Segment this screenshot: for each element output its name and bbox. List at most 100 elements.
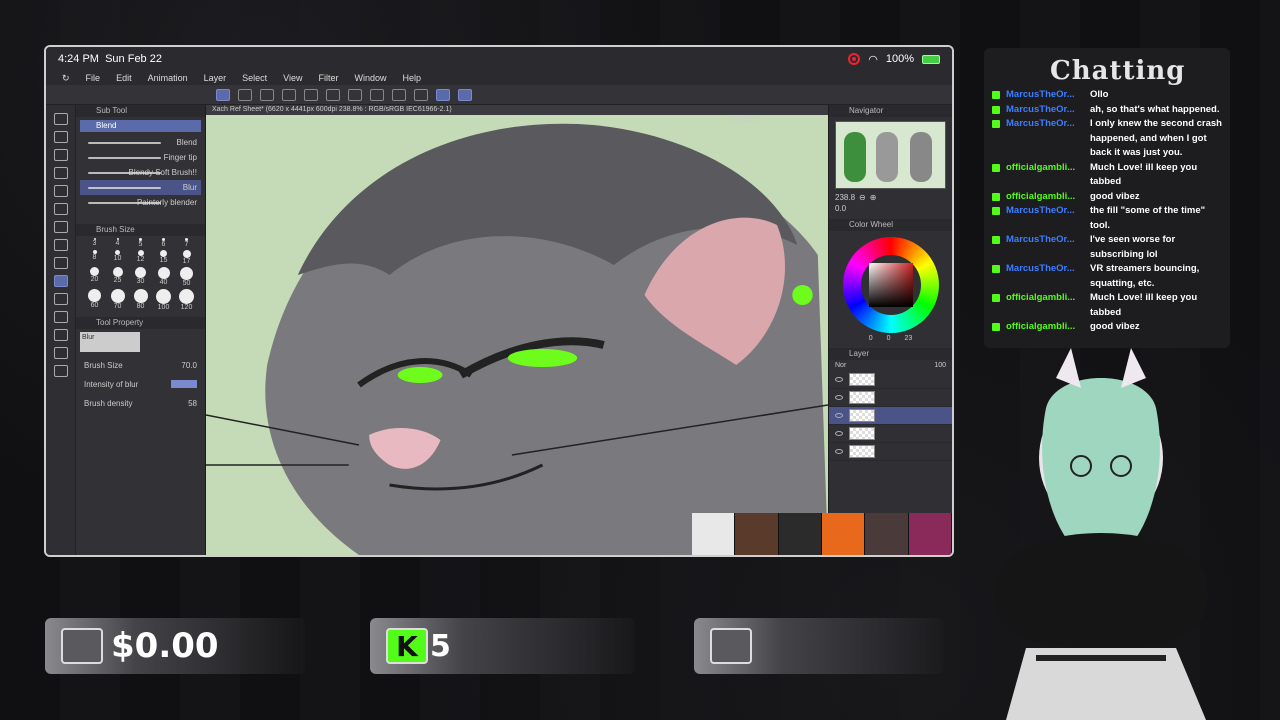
- layer-row[interactable]: [829, 389, 952, 407]
- chat-username[interactable]: MarcusTheOr...: [1006, 88, 1090, 103]
- layer-row[interactable]: [829, 425, 952, 443]
- chat-username[interactable]: MarcusTheOr...: [1006, 204, 1090, 233]
- brush-painterly-blender[interactable]: Painterly blender: [80, 195, 201, 210]
- edit-mode-icon[interactable]: [216, 88, 230, 101]
- menu-window[interactable]: Window: [349, 73, 393, 83]
- kick-badge-icon: [992, 294, 1000, 302]
- brush-blendy-soft[interactable]: Blendy Soft Brush!!: [80, 165, 201, 180]
- color-square[interactable]: [868, 263, 913, 307]
- layer-row[interactable]: [829, 443, 952, 461]
- zoom-row[interactable]: 238.8 ⊖ ⊕: [829, 193, 952, 202]
- pencil-tool-icon[interactable]: [53, 221, 68, 233]
- size-6[interactable]: 6: [153, 238, 174, 248]
- menu-animation[interactable]: Animation: [142, 73, 194, 83]
- size-50[interactable]: 50: [176, 267, 197, 287]
- open-icon[interactable]: [260, 88, 274, 101]
- zoom-in-icon[interactable]: ⊕: [870, 193, 877, 202]
- chat-username[interactable]: MarcusTheOr...: [1006, 117, 1090, 161]
- balloon-tool-icon[interactable]: [53, 347, 68, 359]
- size-30[interactable]: 30: [130, 267, 151, 287]
- chat-username[interactable]: officialgambli...: [1006, 320, 1090, 335]
- transform-icon[interactable]: [392, 88, 406, 101]
- size-120[interactable]: 120: [176, 289, 197, 311]
- size-17[interactable]: 17: [176, 250, 197, 265]
- color-swatch-icon[interactable]: [53, 365, 68, 377]
- redo-icon[interactable]: [326, 88, 340, 101]
- text-tool-icon[interactable]: [53, 311, 68, 323]
- fill-tool-icon[interactable]: [53, 293, 68, 305]
- menu-help[interactable]: Help: [397, 73, 428, 83]
- chat-username[interactable]: MarcusTheOr...: [1006, 103, 1090, 118]
- undo-icon[interactable]: [304, 88, 318, 101]
- size-5[interactable]: 5: [130, 238, 151, 248]
- pen-tool-icon[interactable]: [53, 203, 68, 215]
- ruler-icon[interactable]: [458, 88, 472, 101]
- size-7[interactable]: 7: [176, 238, 197, 248]
- pen-icon[interactable]: [436, 88, 450, 101]
- layer-opacity[interactable]: 100: [934, 362, 946, 369]
- layer-row[interactable]: [829, 407, 952, 425]
- file-tab[interactable]: Xach Ref Sheet* (6620 x 4441px 600dpi 23…: [206, 105, 828, 115]
- fill-icon[interactable]: [370, 88, 384, 101]
- menu-layer[interactable]: Layer: [198, 73, 233, 83]
- menu-view[interactable]: View: [277, 73, 308, 83]
- zoom-tool-icon[interactable]: [53, 113, 68, 125]
- intensity-row[interactable]: Intensity of blur: [76, 374, 205, 393]
- brush-size-row[interactable]: Brush Size 70.0: [76, 355, 205, 374]
- eraser-tool-icon[interactable]: [53, 257, 68, 269]
- hand-tool-icon[interactable]: [53, 131, 68, 143]
- navigator-thumbnail[interactable]: [835, 121, 946, 189]
- move-tool-icon[interactable]: [53, 149, 68, 161]
- status-date: Sun Feb 22: [105, 53, 162, 65]
- settings-icon[interactable]: [348, 88, 362, 101]
- eyedropper-tool-icon[interactable]: [53, 185, 68, 197]
- brush-blur[interactable]: Blur: [80, 180, 201, 195]
- chat-text: good vibez: [1090, 190, 1140, 202]
- brush-finger-tip[interactable]: Finger tip: [80, 150, 201, 165]
- select-tool-icon[interactable]: [53, 167, 68, 179]
- size-100[interactable]: 100: [153, 289, 174, 311]
- size-12[interactable]: 12: [130, 250, 151, 265]
- size-3[interactable]: 3: [84, 238, 105, 248]
- menu-select[interactable]: Select: [236, 73, 273, 83]
- donation-icon: [61, 628, 103, 664]
- size-10[interactable]: 10: [107, 250, 128, 265]
- size-60[interactable]: 60: [84, 289, 105, 311]
- brush-tool-icon[interactable]: [53, 239, 68, 251]
- chat-messages: MarcusTheOr... Ollo MarcusTheOr... ah, so t…: [990, 88, 1224, 335]
- zoom-value: 238.8: [835, 193, 856, 202]
- zoom-out-icon[interactable]: ⊖: [859, 193, 866, 202]
- size-20[interactable]: 20: [84, 267, 105, 287]
- size-25[interactable]: 25: [107, 267, 128, 287]
- density-row[interactable]: Brush density 58: [76, 393, 205, 412]
- ruler-tool-icon[interactable]: [53, 329, 68, 341]
- eye-icon: [835, 431, 843, 436]
- size-40[interactable]: 40: [153, 267, 174, 287]
- new-icon[interactable]: [238, 88, 252, 101]
- menu-edit[interactable]: Edit: [110, 73, 138, 83]
- drawing-canvas[interactable]: Xach Ref Sheet* (6620 x 4441px 600dpi 23…: [206, 105, 828, 555]
- size-80[interactable]: 80: [130, 289, 151, 311]
- brush-blend[interactable]: Blend: [80, 135, 201, 150]
- chat-username[interactable]: officialgambli...: [1006, 190, 1090, 205]
- blend-tool-icon[interactable]: [53, 275, 68, 287]
- chat-username[interactable]: officialgambli...: [1006, 161, 1090, 190]
- menu-filter[interactable]: Filter: [313, 73, 345, 83]
- save-icon[interactable]: [282, 88, 296, 101]
- layer-row[interactable]: [829, 371, 952, 389]
- color-wheel[interactable]: [842, 237, 939, 333]
- layer-props: Nor 100: [829, 360, 952, 371]
- size-4[interactable]: 4: [107, 238, 128, 248]
- app-logo-icon[interactable]: ↻: [56, 73, 76, 84]
- stroke-icon[interactable]: [414, 88, 428, 101]
- size-70[interactable]: 70: [107, 289, 128, 311]
- blend-mode-select[interactable]: Nor: [835, 362, 846, 369]
- chat-username[interactable]: MarcusTheOr...: [1006, 233, 1090, 262]
- size-8[interactable]: 8: [84, 250, 105, 265]
- chat-username[interactable]: officialgambli...: [1006, 291, 1090, 320]
- menu-file[interactable]: File: [80, 73, 107, 83]
- blend-group-tab[interactable]: Blend: [80, 120, 201, 132]
- chat-username[interactable]: MarcusTheOr...: [1006, 262, 1090, 291]
- hsv-values: 0 0 23: [868, 335, 913, 342]
- size-15[interactable]: 15: [153, 250, 174, 265]
